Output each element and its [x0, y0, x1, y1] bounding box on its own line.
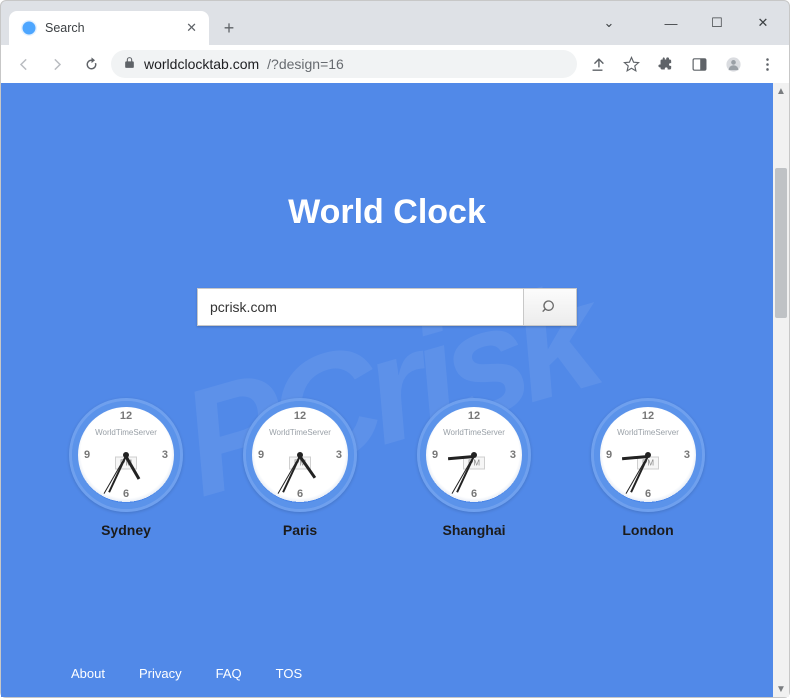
dial-3: 3	[162, 449, 168, 461]
window-controls: ⌄ — ☐ ✕	[587, 1, 789, 45]
clock-face: 12 3 6 9 WorldTimeServer PM	[591, 398, 705, 512]
search-input[interactable]	[197, 288, 523, 326]
footer-link-tos[interactable]: TOS	[276, 666, 303, 681]
viewport: PCrisk World Clock 12 3 6	[1, 83, 789, 697]
dial-3: 3	[684, 449, 690, 461]
reload-button[interactable]	[77, 50, 105, 78]
dial-12: 12	[120, 410, 132, 422]
dial-12: 12	[294, 410, 306, 422]
clock-brand: WorldTimeServer	[617, 428, 679, 437]
clock-brand: WorldTimeServer	[443, 428, 505, 437]
clock-shanghai: 12 3 6 9 WorldTimeServer PM Shanghai	[417, 398, 531, 538]
footer-nav: About Privacy FAQ TOS	[1, 649, 773, 697]
clock-face: 12 3 6 9 WorldTimeServer PM	[417, 398, 531, 512]
address-bar[interactable]: worldclocktab.com /?design=16	[111, 50, 577, 78]
page-title: World Clock	[1, 83, 773, 232]
url-host: worldclocktab.com	[144, 56, 259, 72]
bookmark-star-icon[interactable]	[617, 50, 645, 78]
scroll-down-arrow-icon[interactable]: ▼	[773, 681, 789, 697]
search-icon	[542, 299, 558, 315]
dial-9: 9	[258, 449, 264, 461]
url-path: /?design=16	[267, 56, 344, 72]
side-panel-icon[interactable]	[685, 50, 713, 78]
new-tab-button[interactable]: +	[215, 14, 243, 42]
dial-12: 12	[468, 410, 480, 422]
clock-row: 12 3 6 9 WorldTimeServer PM Sydney	[1, 398, 773, 538]
dial-6: 6	[471, 488, 477, 500]
clock-brand: WorldTimeServer	[269, 428, 331, 437]
clock-paris: 12 3 6 9 WorldTimeServer PM Paris	[243, 398, 357, 538]
clock-cap	[123, 452, 129, 458]
clock-label: Shanghai	[442, 522, 505, 538]
search-box	[197, 288, 577, 326]
clock-label: London	[622, 522, 673, 538]
footer-link-about[interactable]: About	[71, 666, 105, 681]
footer-link-privacy[interactable]: Privacy	[139, 666, 182, 681]
titlebar: Search ✕ + ⌄ — ☐ ✕	[1, 1, 789, 45]
dial-9: 9	[84, 449, 90, 461]
browser-tab[interactable]: Search ✕	[9, 11, 209, 45]
clock-cap	[471, 452, 477, 458]
tab-favicon	[21, 20, 37, 36]
dial-6: 6	[297, 488, 303, 500]
clock-label: Sydney	[101, 522, 151, 538]
minimize-button[interactable]: —	[649, 8, 693, 38]
clock-label: Paris	[283, 522, 317, 538]
clock-face: 12 3 6 9 WorldTimeServer PM	[69, 398, 183, 512]
dial-3: 3	[336, 449, 342, 461]
footer-link-faq[interactable]: FAQ	[216, 666, 242, 681]
dial-3: 3	[510, 449, 516, 461]
profile-avatar-icon[interactable]	[719, 50, 747, 78]
toolbar: worldclocktab.com /?design=16	[1, 45, 789, 83]
nav-back-button[interactable]	[9, 50, 37, 78]
dial-9: 9	[432, 449, 438, 461]
share-icon[interactable]	[583, 50, 611, 78]
lock-icon	[123, 56, 136, 72]
clock-brand: WorldTimeServer	[95, 428, 157, 437]
extensions-icon[interactable]	[651, 50, 679, 78]
clock-sydney: 12 3 6 9 WorldTimeServer PM Sydney	[69, 398, 183, 538]
clock-face: 12 3 6 9 WorldTimeServer PM	[243, 398, 357, 512]
clock-cap	[645, 452, 651, 458]
dial-6: 6	[123, 488, 129, 500]
nav-forward-button[interactable]	[43, 50, 71, 78]
dial-9: 9	[606, 449, 612, 461]
kebab-menu-icon[interactable]	[753, 50, 781, 78]
vertical-scrollbar[interactable]: ▲ ▼	[773, 83, 789, 697]
tab-search-chevron-icon[interactable]: ⌄	[587, 8, 631, 38]
close-window-button[interactable]: ✕	[741, 8, 785, 38]
dial-12: 12	[642, 410, 654, 422]
scroll-up-arrow-icon[interactable]: ▲	[773, 83, 789, 99]
search-button[interactable]	[523, 288, 577, 326]
tab-close-icon[interactable]: ✕	[186, 20, 197, 36]
scrollbar-thumb[interactable]	[775, 168, 787, 318]
tab-title: Search	[45, 21, 85, 35]
maximize-button[interactable]: ☐	[695, 8, 739, 38]
page-content: PCrisk World Clock 12 3 6	[1, 83, 773, 697]
clock-cap	[297, 452, 303, 458]
browser-window: Search ✕ + ⌄ — ☐ ✕ worldclocktab.com /?de…	[0, 0, 790, 698]
clock-london: 12 3 6 9 WorldTimeServer PM London	[591, 398, 705, 538]
dial-6: 6	[645, 488, 651, 500]
